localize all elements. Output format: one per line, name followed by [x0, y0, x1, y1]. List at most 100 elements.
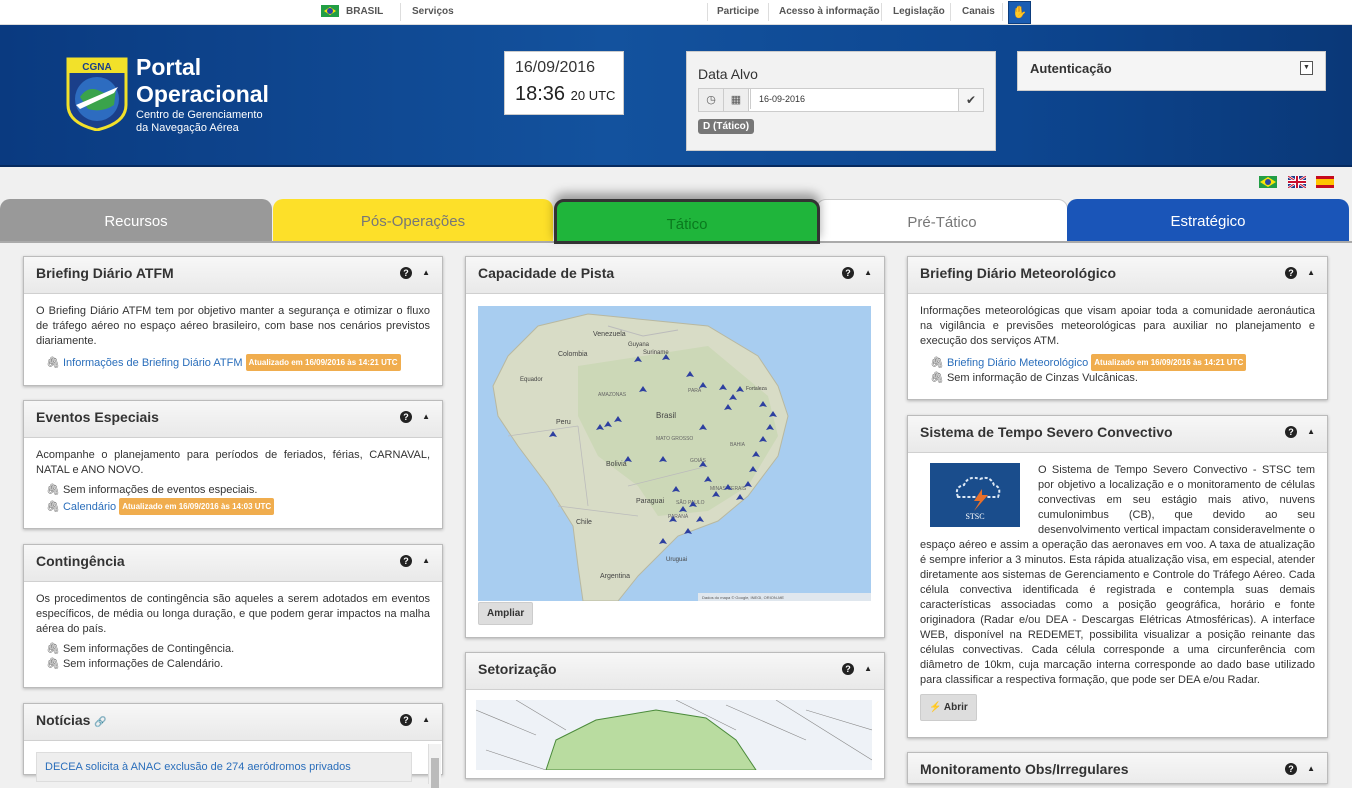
confirm-check-icon[interactable]: ✔: [958, 89, 983, 111]
help-icon[interactable]: ?: [1285, 763, 1297, 775]
tab-recursos[interactable]: Recursos: [0, 199, 272, 242]
data-alvo-label: Data Alvo: [698, 66, 758, 82]
panel-noticias: Notícias 🔗? ▲ DECEA solicita à ANAC exclu…: [23, 703, 443, 788]
panel-title: Eventos Especiais: [36, 409, 159, 425]
paperclip-icon: 🖇: [930, 372, 944, 384]
link-icon: 🔗: [94, 717, 107, 728]
collapse-icon[interactable]: ▲: [864, 664, 872, 673]
clock-icon[interactable]: ◷: [699, 89, 724, 111]
collapse-icon[interactable]: ▲: [1307, 268, 1315, 277]
paperclip-icon: 🖇: [46, 484, 60, 496]
help-icon[interactable]: ?: [842, 267, 854, 279]
panel-title: Monitoramento Obs/Irregulares: [920, 761, 1129, 777]
eventos-item: Sem informações de eventos especiais.: [62, 484, 258, 496]
help-icon[interactable]: ?: [400, 714, 412, 726]
site-header: CGNA Portal Operacional Centro de Gerenc…: [0, 25, 1352, 167]
svg-text:Equador: Equador: [520, 377, 543, 383]
collapse-icon[interactable]: ▲: [1307, 764, 1315, 773]
panel-text: Os procedimentos de contingência são aqu…: [36, 593, 430, 635]
accessibility-icon[interactable]: ✋: [1008, 1, 1031, 24]
collapse-icon[interactable]: ▲: [422, 556, 430, 565]
panel-setorizacao: Setorização? ▲: [465, 652, 885, 779]
collapse-icon[interactable]: ▲: [864, 268, 872, 277]
help-icon[interactable]: ?: [1285, 426, 1297, 438]
svg-text:STSC: STSC: [965, 512, 984, 521]
gov-acesso-link[interactable]: Acesso à informação: [779, 6, 880, 17]
help-icon[interactable]: ?: [1285, 267, 1297, 279]
gov-participe-link[interactable]: Participe: [717, 6, 759, 17]
help-icon[interactable]: ?: [400, 555, 412, 567]
setorizacao-map[interactable]: [476, 700, 872, 770]
tab-pre-tatico[interactable]: Pré-Tático: [816, 199, 1068, 243]
bolt-icon: ⚡: [929, 702, 942, 713]
briefing-atfm-link[interactable]: Informações de Briefing Diário ATFM: [63, 357, 243, 369]
phase-badge: D (Tático): [698, 119, 755, 134]
tab-estrategico[interactable]: Estratégico: [1067, 199, 1349, 242]
svg-text:Paraguai: Paraguai: [636, 498, 664, 505]
panel-title: Setorização: [478, 661, 557, 677]
tab-pos-operacoes[interactable]: Pós-Operações: [273, 199, 553, 242]
help-icon[interactable]: ?: [400, 411, 412, 423]
svg-text:Colombia: Colombia: [558, 351, 588, 358]
collapse-icon[interactable]: ▲: [1307, 427, 1315, 436]
auth-dropdown[interactable]: Autenticação ▼: [1017, 51, 1326, 91]
svg-text:Venezuela: Venezuela: [593, 331, 626, 338]
svg-text:AMAZONAS: AMAZONAS: [598, 392, 627, 398]
help-icon[interactable]: ?: [842, 663, 854, 675]
panel-text: Informações meteorológicas que visam apo…: [920, 305, 1315, 347]
cgna-logo-icon[interactable]: CGNA: [66, 57, 128, 131]
collapse-icon[interactable]: ▲: [422, 715, 430, 724]
panel-title: Capacidade de Pista: [478, 265, 615, 281]
gov-country-link[interactable]: BRASIL: [346, 6, 383, 17]
collapse-icon[interactable]: ▲: [422, 412, 430, 421]
gov-legislacao-link[interactable]: Legislação: [893, 6, 945, 17]
svg-text:PARÁ: PARÁ: [688, 387, 702, 394]
gov-services-link[interactable]: Serviços: [412, 6, 454, 17]
svg-text:MATO GROSSO: MATO GROSSO: [656, 436, 693, 442]
panel-title: Sistema de Tempo Severo Convectivo: [920, 424, 1173, 440]
data-alvo-input-group: ◷ ▦ ✔: [698, 88, 984, 112]
flag-pt-icon[interactable]: [1259, 176, 1277, 188]
ampliar-button[interactable]: Ampliar: [478, 602, 534, 625]
caret-down-icon[interactable]: ▼: [1300, 61, 1313, 75]
calendario-link[interactable]: Calendário: [63, 501, 116, 513]
svg-text:SÃO PAULO: SÃO PAULO: [676, 499, 705, 506]
panel-title: Notícias 🔗: [36, 712, 107, 728]
svg-text:Dados do mapa © Google, INEGI,: Dados do mapa © Google, INEGI, ORION-ME: [702, 595, 784, 600]
flag-en-icon[interactable]: [1288, 176, 1306, 188]
panel-capacidade-pista: Capacidade de Pista? ▲ Venezuela Colombia…: [465, 256, 885, 638]
tab-tatico[interactable]: Tático: [554, 199, 820, 244]
svg-text:Chile: Chile: [576, 519, 592, 526]
paperclip-icon: 🖇: [46, 501, 60, 513]
abrir-button[interactable]: ⚡ Abrir: [920, 694, 977, 721]
svg-text:CGNA: CGNA: [82, 62, 111, 73]
briefing-met-link[interactable]: Briefing Diário Meteorológico: [947, 357, 1088, 369]
updated-badge: Atualizado em 16/09/2016 às 14:03 UTC: [119, 498, 275, 515]
svg-text:Argentina: Argentina: [600, 573, 630, 580]
help-icon[interactable]: ?: [400, 267, 412, 279]
updated-badge: Atualizado em 16/09/2016 às 14:21 UTC: [1091, 354, 1247, 371]
panel-eventos-especiais: Eventos Especiais? ▲ Acompanhe o planejam…: [23, 400, 443, 529]
portal-title: Portal Operacional: [136, 54, 269, 107]
cinzas-item: Sem informação de Cinzas Vulcânicas.: [946, 372, 1138, 384]
news-scrollbar[interactable]: [428, 744, 441, 788]
calendario-item: Sem informações de Calendário.: [62, 658, 224, 670]
panel-briefing-atfm: Briefing Diário ATFM? ▲ O Briefing Diário…: [23, 256, 443, 386]
svg-text:BAHIA: BAHIA: [730, 442, 746, 448]
data-alvo-box: Data Alvo ◷ ▦ ✔ D (Tático): [686, 51, 996, 151]
paperclip-icon: 🖇: [46, 357, 60, 369]
news-item[interactable]: DECEA solicita à ANAC exclusão de 274 ae…: [36, 752, 412, 782]
panel-text: Acompanhe o planejamento para períodos d…: [36, 449, 430, 476]
gov-canais-link[interactable]: Canais: [962, 6, 995, 17]
flag-es-icon[interactable]: [1316, 176, 1334, 188]
calendar-icon[interactable]: ▦: [724, 89, 749, 111]
panel-title: Briefing Diário ATFM: [36, 265, 174, 281]
panel-title: Briefing Diário Meteorológico: [920, 265, 1117, 281]
svg-text:Bolivia: Bolivia: [606, 461, 627, 468]
stsc-logo-icon: STSC: [930, 463, 1020, 527]
capacidade-map[interactable]: Venezuela Colombia Guyana Suriname Equad…: [478, 306, 871, 601]
data-alvo-input[interactable]: [750, 89, 964, 109]
collapse-icon[interactable]: ▲: [422, 268, 430, 277]
svg-text:Guyana: Guyana: [628, 342, 650, 348]
panel-contingencia: Contingência? ▲ Os procedimentos de conti…: [23, 544, 443, 688]
